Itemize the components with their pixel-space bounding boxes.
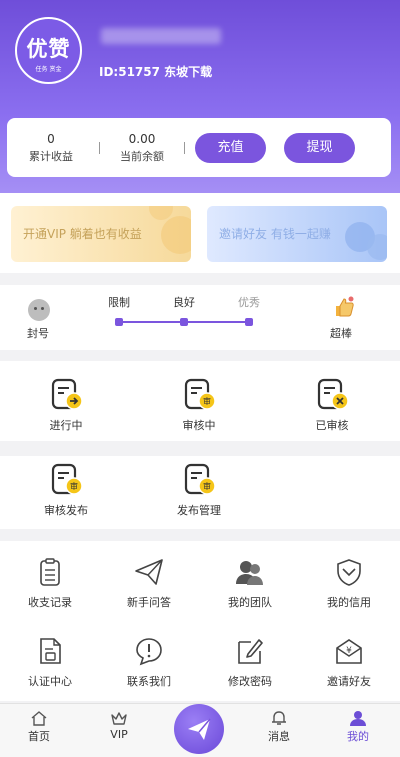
user-id: ID:51757 东坡下载 xyxy=(99,65,213,79)
review-publish-icon: 审 xyxy=(51,463,83,495)
profile-header: 优赞 任务 赏金 15597181788 ID:51757 东坡下载 0 累计收… xyxy=(0,0,400,193)
menu-label: 收支记录 xyxy=(28,596,72,609)
invite-banner[interactable]: 邀请好友 有钱一起赚 xyxy=(207,206,387,262)
level-dot xyxy=(180,318,188,326)
vip-banner-text: 开通VIP 躺着也有收益 xyxy=(23,227,142,241)
status-label: 审核中 xyxy=(182,419,216,432)
tab-home[interactable]: 首页 xyxy=(9,710,69,744)
publish-manage-icon: 审 xyxy=(184,463,216,495)
sad-face-icon xyxy=(28,299,50,321)
balance-label: 当前余额 xyxy=(120,150,164,163)
withdraw-button[interactable]: 提现 xyxy=(284,133,355,163)
certificate-icon xyxy=(40,638,61,664)
tab-label: 首页 xyxy=(28,730,50,743)
invite-banner-text: 邀请好友 有钱一起赚 xyxy=(219,227,331,241)
publish-panel: 审 审核发布 审 发布管理 xyxy=(0,456,400,529)
promo-banners: 开通VIP 躺着也有收益 邀请好友 有钱一起赚 xyxy=(0,193,400,273)
arrow-right-document-icon xyxy=(51,378,83,410)
user-phone: 15597181788 xyxy=(101,28,221,44)
svg-text:审: 审 xyxy=(203,396,211,406)
publish-label: 发布管理 xyxy=(177,504,221,517)
level-label-limited: 限制 xyxy=(108,296,130,309)
menu-grid: 收支记录 新手问答 我的团队 我的信用 认证中心 联系我们 修改密码 ¥ 邀请好… xyxy=(0,541,400,701)
level-label-excellent: 优秀 xyxy=(238,296,260,309)
review-document-icon: 审 xyxy=(184,378,216,410)
tab-vip[interactable]: VIP xyxy=(89,710,149,741)
recharge-button[interactable]: 充值 xyxy=(195,133,266,163)
tab-label: 我的 xyxy=(347,730,369,743)
tab-messages[interactable]: 消息 xyxy=(249,710,309,744)
level-dot xyxy=(115,318,123,326)
publish-center-button[interactable] xyxy=(174,704,224,754)
menu-label: 我的团队 xyxy=(228,596,272,609)
menu-label: 我的信用 xyxy=(327,596,371,609)
home-icon xyxy=(31,711,47,726)
team-icon xyxy=(236,561,263,585)
app-logo: 优赞 任务 赏金 xyxy=(15,17,82,84)
tab-mine[interactable]: 我的 xyxy=(328,710,388,744)
publish-label: 审核发布 xyxy=(44,504,88,517)
credit-high-label: 超棒 xyxy=(330,327,352,340)
total-income-value: 0 xyxy=(47,132,55,146)
status-label: 已审核 xyxy=(315,419,349,432)
send-icon xyxy=(188,718,211,740)
edit-icon xyxy=(238,639,263,664)
thumbs-up-icon xyxy=(336,296,354,317)
clipboard-icon xyxy=(40,558,60,586)
svg-text:¥: ¥ xyxy=(346,646,352,656)
stats-card: 0 累计收益 0.00 当前余额 充值 提现 xyxy=(7,118,391,177)
level-label-good: 良好 xyxy=(173,296,195,309)
svg-text:审: 审 xyxy=(203,481,211,491)
svg-text:审: 审 xyxy=(70,481,78,491)
menu-label: 修改密码 xyxy=(228,675,272,688)
tab-label: VIP xyxy=(110,728,128,741)
divider xyxy=(184,142,185,154)
shield-icon xyxy=(337,559,361,586)
total-income: 0 累计收益 xyxy=(25,132,77,164)
crown-icon xyxy=(111,712,127,725)
balance-value: 0.00 xyxy=(128,132,156,146)
credit-level-panel: 封号 限制 良好 优秀 超棒 xyxy=(0,285,400,350)
logo-text: 优赞 xyxy=(26,37,71,61)
user-icon xyxy=(350,711,366,726)
bell-icon xyxy=(272,711,286,725)
decor-circle xyxy=(161,216,191,254)
credit-low-label: 封号 xyxy=(27,327,49,340)
level-dot xyxy=(245,318,253,326)
divider xyxy=(99,142,100,154)
paper-plane-icon xyxy=(135,559,163,585)
bottom-tab-bar: 首页 VIP 消息 我的 xyxy=(0,703,400,757)
logo-subtext: 任务 赏金 xyxy=(35,66,62,73)
tab-label: 消息 xyxy=(268,730,290,743)
invite-envelope-icon: ¥ xyxy=(336,639,362,664)
task-status-panel: 进行中 审 审核中 已审核 xyxy=(0,361,400,441)
decor-person-icon xyxy=(367,234,387,260)
menu-label: 认证中心 xyxy=(28,675,72,688)
menu-label: 邀请好友 xyxy=(327,675,371,688)
status-label: 进行中 xyxy=(49,419,83,432)
x-document-icon xyxy=(317,378,349,410)
vip-banner[interactable]: 开通VIP 躺着也有收益 xyxy=(11,206,191,262)
chat-exclamation-icon xyxy=(136,638,162,666)
total-income-label: 累计收益 xyxy=(29,150,73,163)
menu-label: 联系我们 xyxy=(127,675,171,688)
menu-label: 新手问答 xyxy=(127,596,171,609)
current-balance: 0.00 当前余额 xyxy=(112,132,172,164)
